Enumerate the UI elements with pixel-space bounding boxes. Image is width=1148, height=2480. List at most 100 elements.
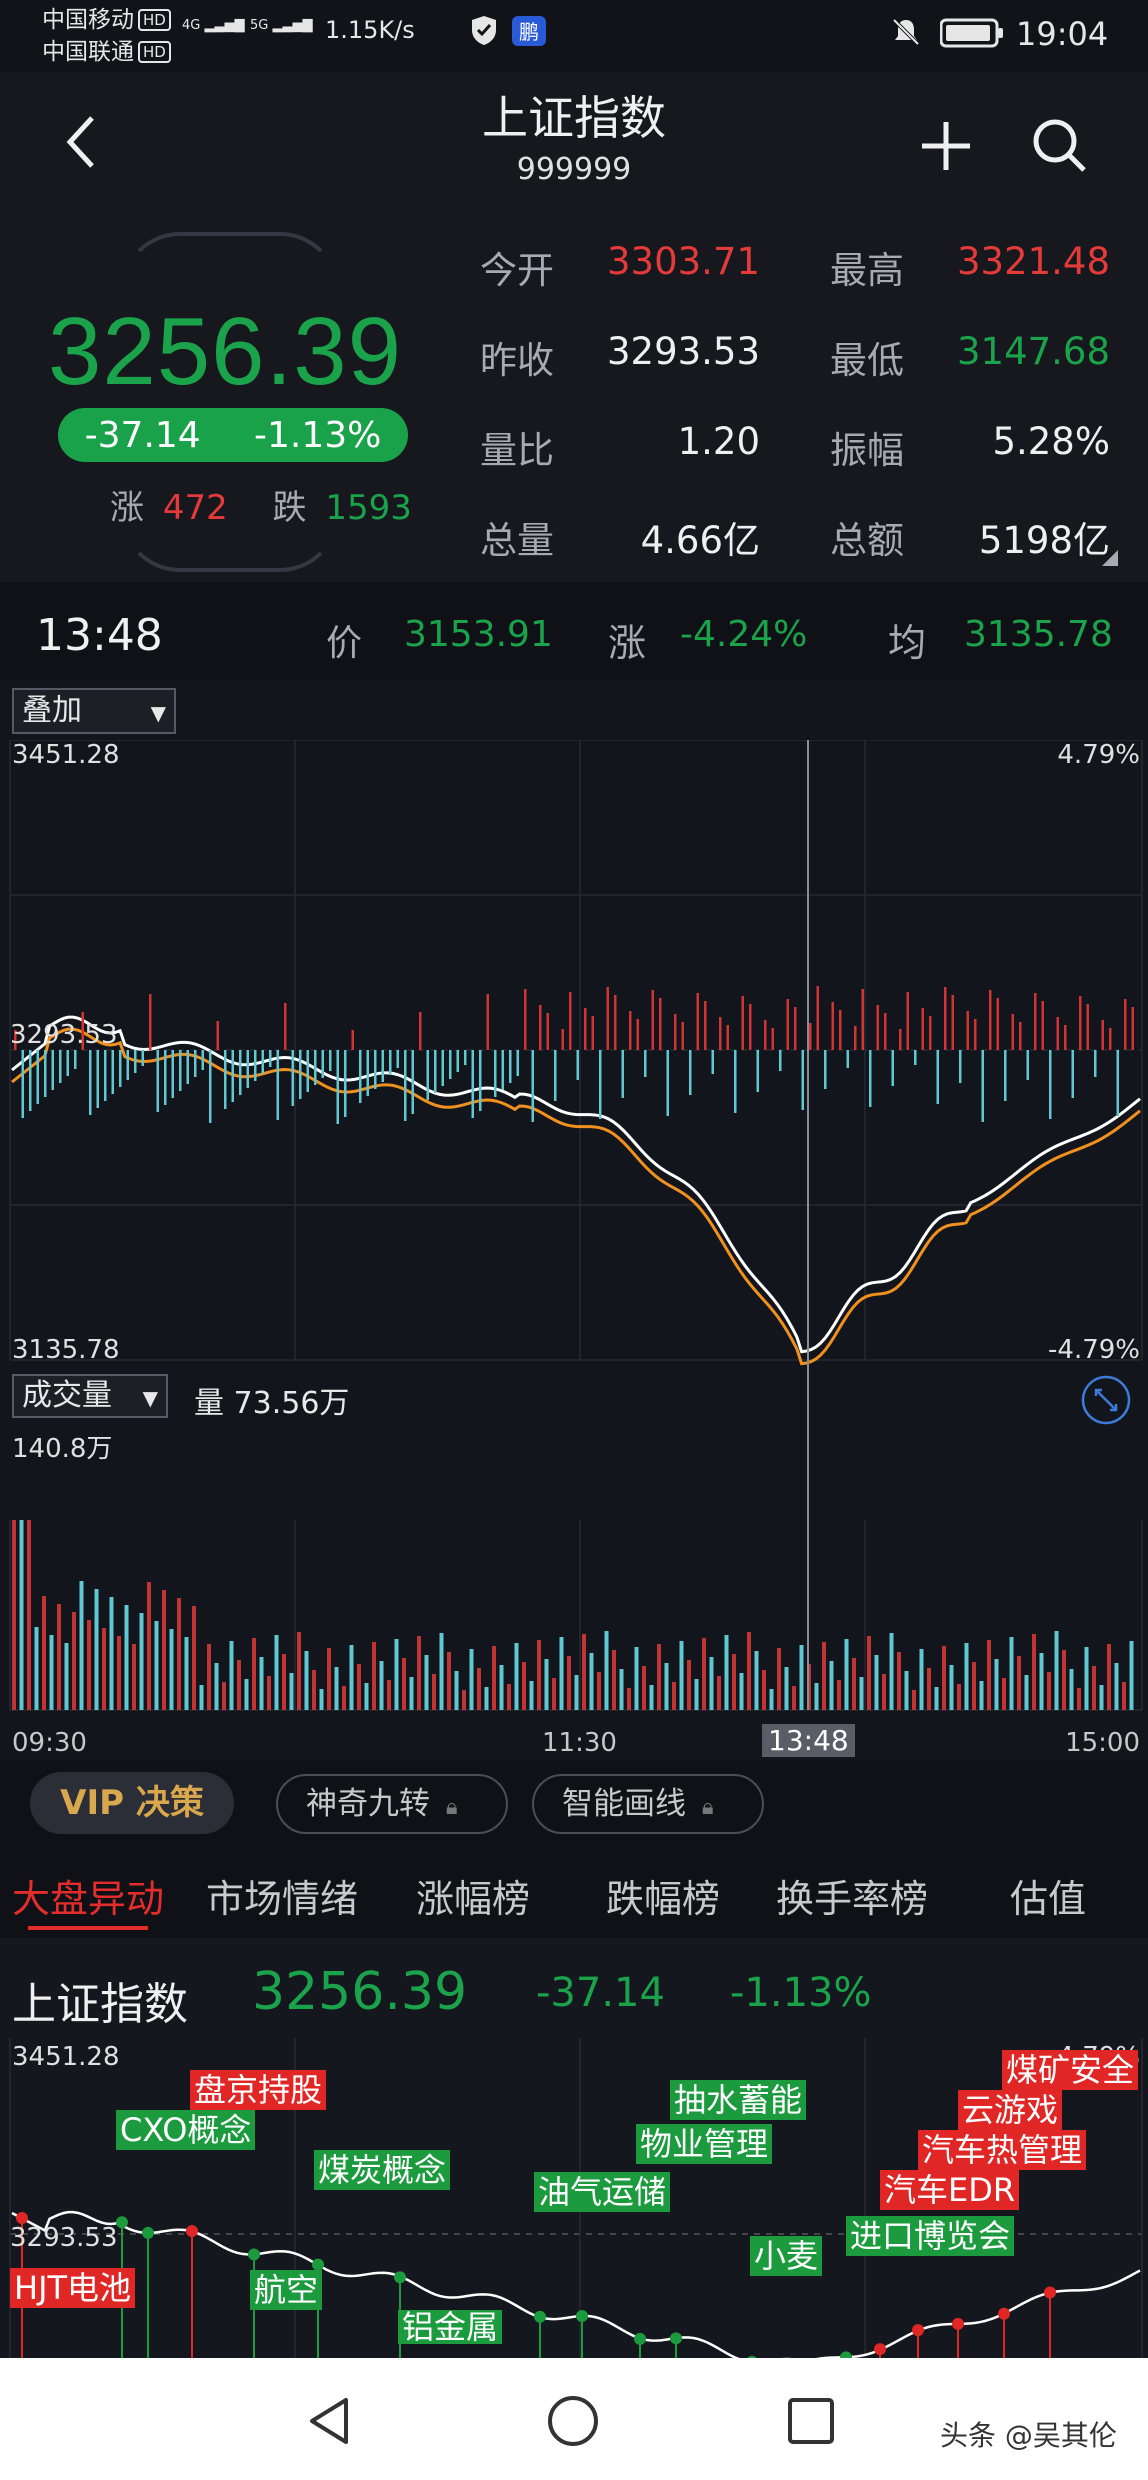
event-tag[interactable]: 航空 xyxy=(250,2270,323,2310)
volume-bar-down xyxy=(604,1631,609,1710)
event-tag[interactable]: 小麦 xyxy=(750,2236,823,2276)
event-tag[interactable]: 煤炭概念 xyxy=(314,2150,451,2190)
event-tag[interactable]: HJT电池 xyxy=(10,2268,136,2308)
market-movement-panel: 上证指数 3256.39 -37.14 -1.13% 3451.28 3293.… xyxy=(0,1938,1148,2358)
breadth-bar-down xyxy=(464,1050,467,1065)
tab-turnover[interactable]: 换手率榜 xyxy=(776,1868,928,1923)
tab-valuation[interactable]: 估值 xyxy=(1010,1868,1086,1923)
volume-indicator-dropdown[interactable]: 成交量 ▼ xyxy=(12,1374,168,1418)
volume-bar-down xyxy=(244,1679,249,1710)
nav-home-icon[interactable] xyxy=(546,2394,600,2452)
breadth-bar-down xyxy=(1116,1050,1119,1116)
event-tag[interactable]: 煤矿安全 xyxy=(1002,2050,1139,2090)
event-marker xyxy=(874,2343,886,2356)
breadth-bar-up xyxy=(921,1008,924,1050)
chevron-down-icon: ▼ xyxy=(150,701,166,725)
breadth-bar-up xyxy=(771,1028,774,1050)
smart-drawing-button[interactable]: 智能画线 🔒︎ xyxy=(532,1774,764,1834)
nav-back-icon[interactable] xyxy=(306,2396,352,2450)
stat-label: 总额 xyxy=(830,519,904,562)
event-marker xyxy=(576,2309,588,2322)
volume-bar-down xyxy=(529,1681,534,1710)
event-tag[interactable]: 铝金属 xyxy=(398,2310,503,2344)
fullscreen-icon[interactable] xyxy=(1080,1374,1132,1430)
volume-bar-up xyxy=(177,1598,181,1710)
breadth-bar-up xyxy=(704,1001,707,1050)
add-watchlist-icon[interactable] xyxy=(918,118,974,178)
event-tag[interactable]: 汽车热管理 xyxy=(918,2130,1087,2170)
breadth-bar-up xyxy=(539,1005,542,1050)
breadth-bar-down xyxy=(201,1050,204,1070)
volume-bar-up xyxy=(27,1520,31,1710)
breadth-bar-down xyxy=(711,1050,714,1074)
breadth-bar-up xyxy=(696,993,699,1050)
volume-bar-up xyxy=(162,1590,166,1710)
event-tag[interactable]: 汽车EDR xyxy=(880,2170,1020,2210)
signal-5g-icon: 5G ▂▃▅▇ xyxy=(250,18,313,33)
volume-bar-up xyxy=(777,1648,781,1710)
volume-bar-up xyxy=(282,1654,286,1710)
volume-bar-down xyxy=(544,1659,549,1710)
event-tag[interactable]: 盘京持股 xyxy=(190,2070,327,2110)
volume-bar-up xyxy=(447,1652,451,1710)
magic-nine-button[interactable]: 神奇九转 🔒︎ xyxy=(276,1774,508,1834)
volume-bar-up xyxy=(1107,1644,1111,1710)
vip-decision-button[interactable]: VIP 决策 xyxy=(30,1772,234,1834)
volume-bar-down xyxy=(769,1689,774,1710)
breadth-bar-down xyxy=(1026,1050,1029,1080)
volume-bar-down xyxy=(784,1667,789,1710)
volume-bar-down xyxy=(379,1661,384,1710)
stat-total-volume: 4.66亿 xyxy=(640,519,760,562)
breadth-bar-up xyxy=(786,999,789,1050)
event-tag[interactable]: 抽水蓄能 xyxy=(670,2080,807,2120)
x-axis-end: 15:00 xyxy=(1065,1728,1140,1758)
breadth-bar-down xyxy=(846,1050,849,1068)
stat-prev-close: 3293.53 xyxy=(606,330,760,373)
event-tag[interactable]: 进口博览会 xyxy=(846,2216,1015,2256)
active-tab-indicator xyxy=(28,1926,148,1930)
volume-bar-down xyxy=(844,1639,849,1710)
volume-bar-up xyxy=(597,1672,601,1710)
breadth-bar-up xyxy=(749,1004,752,1050)
volume-bar-up xyxy=(417,1636,421,1710)
mute-icon xyxy=(890,16,922,54)
breadth-bar-down xyxy=(801,1050,804,1110)
breadth-bar-up xyxy=(899,1029,902,1050)
tab-gainers[interactable]: 涨幅榜 xyxy=(416,1868,530,1923)
nav-recents-icon[interactable] xyxy=(786,2396,836,2450)
volume-bar-up xyxy=(882,1674,886,1710)
volume-bar-up xyxy=(927,1668,931,1710)
expand-corner-icon[interactable] xyxy=(1102,550,1118,566)
breadth-bar-down xyxy=(329,1050,332,1071)
event-marker xyxy=(670,2332,682,2345)
breadth-bar-down xyxy=(389,1050,392,1075)
volume-bar-up xyxy=(912,1690,916,1710)
event-tag[interactable]: 油气运储 xyxy=(534,2172,671,2212)
volume-bar-up xyxy=(237,1660,241,1710)
intraday-chart[interactable]: 叠加 ▼ 3451.28 3293.53 3135.78 4.79% -4.79… xyxy=(0,680,1148,1760)
breadth-bar-up xyxy=(884,1013,887,1050)
volume-bar-up xyxy=(672,1682,676,1710)
breadth-bar-down xyxy=(494,1050,497,1097)
breadth-bar-up xyxy=(839,1010,842,1050)
carrier-1: 中国移动 HD xyxy=(42,6,171,34)
clock: 19:04 xyxy=(1016,15,1109,53)
volume-bar-down xyxy=(424,1655,429,1710)
breadth-bar-down xyxy=(456,1050,459,1072)
y-axis-top: 3451.28 xyxy=(12,740,120,770)
tab-losers[interactable]: 跌幅榜 xyxy=(606,1868,720,1923)
search-icon[interactable] xyxy=(1030,116,1090,180)
breadth-bar-down xyxy=(194,1050,197,1077)
volume-bar-down xyxy=(1039,1653,1044,1710)
tab-market-movement[interactable]: 大盘异动 xyxy=(12,1868,164,1923)
event-tag[interactable]: CXO概念 xyxy=(116,2110,256,2150)
volume-bar-up xyxy=(657,1644,661,1710)
tab-market-sentiment[interactable]: 市场情绪 xyxy=(206,1868,358,1923)
breadth-bar-down xyxy=(576,1050,579,1080)
breadth-bar-down xyxy=(449,1050,452,1079)
overlay-dropdown[interactable]: 叠加 ▼ xyxy=(12,688,176,734)
event-tag[interactable]: 物业管理 xyxy=(636,2124,773,2164)
event-tag[interactable]: 云游戏 xyxy=(958,2090,1063,2130)
volume-bar-down xyxy=(364,1683,369,1710)
volume-bar-up xyxy=(1077,1688,1081,1710)
